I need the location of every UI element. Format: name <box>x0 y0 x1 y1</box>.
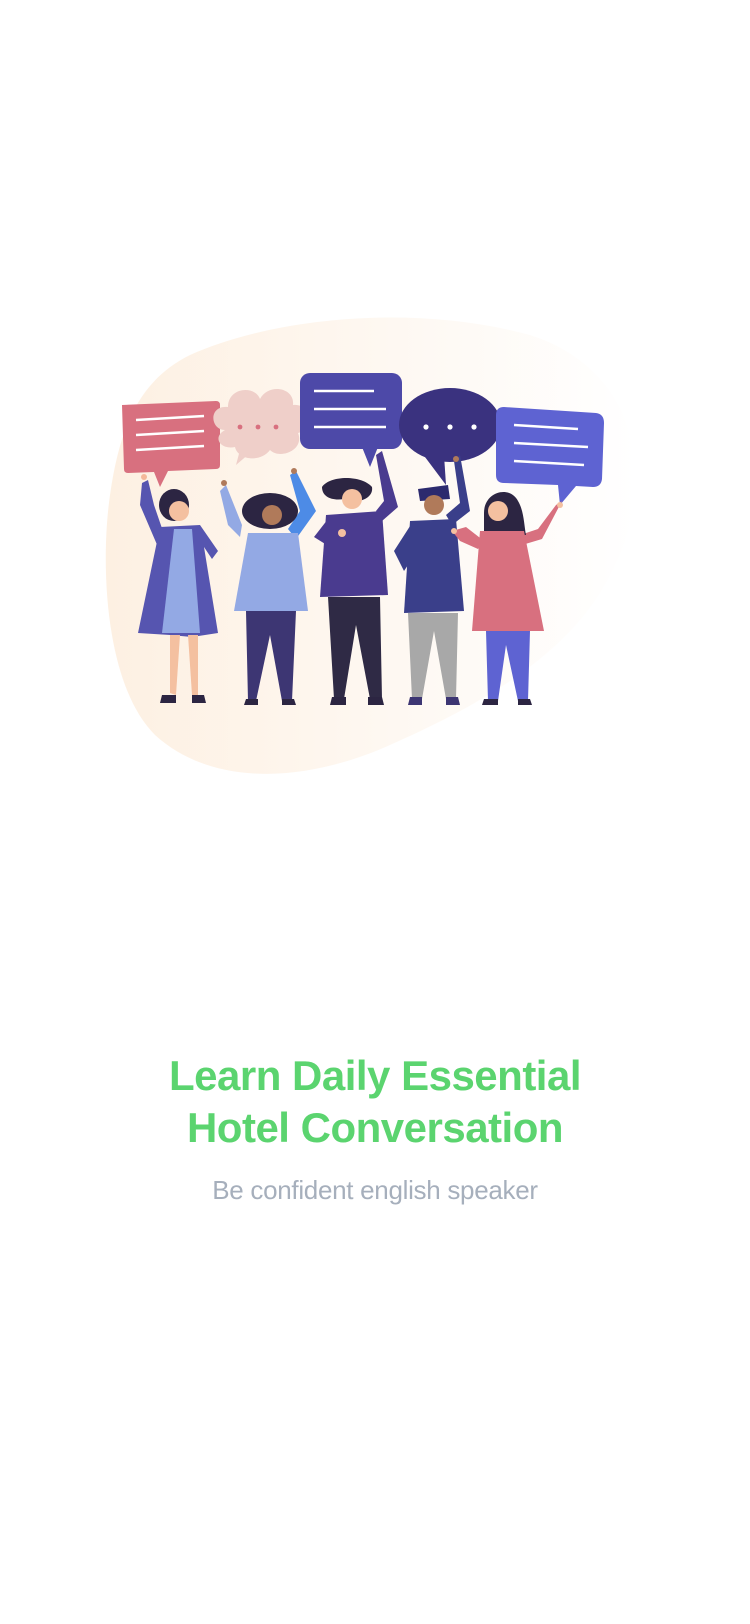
onboarding-title-line-1: Learn Daily Essential <box>168 1052 582 1099</box>
onboarding-subtitle: Be confident english speaker <box>212 1175 538 1205</box>
onboarding-title-line-2: Hotel Conversation <box>186 1104 564 1151</box>
onboarding-screen: Learn Daily Essential Hotel Conversation… <box>0 0 750 1624</box>
onboarding-title: Learn Daily Essential Hotel Conversation <box>0 1050 750 1154</box>
people-conversation-illustration <box>100 315 660 805</box>
